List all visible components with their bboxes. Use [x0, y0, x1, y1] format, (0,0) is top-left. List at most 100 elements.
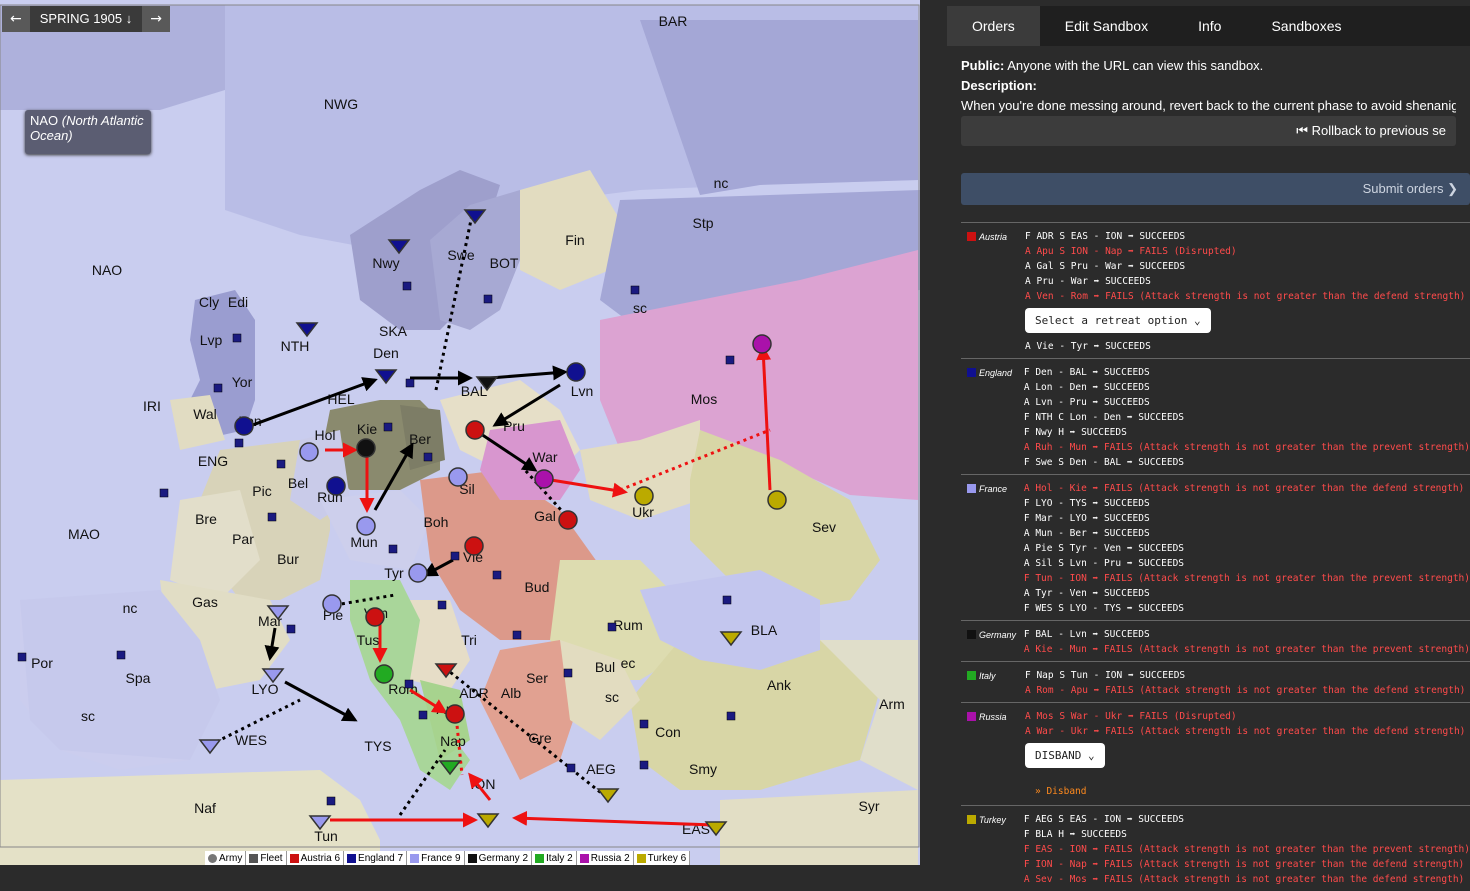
power-orders-france: France A Hol - Kie ➡ FAILS (Attack streng…: [961, 474, 1470, 620]
supply-center-marker: [437, 600, 447, 610]
army-unit[interactable]: [465, 420, 485, 440]
power-label: Russia: [979, 712, 1007, 722]
tab-sandboxes[interactable]: Sandboxes: [1246, 6, 1366, 46]
supply-center-marker: [234, 438, 244, 448]
legend-item: Russia 2: [577, 851, 634, 865]
territory-label: Spa: [126, 670, 151, 686]
retreat-select[interactable]: Select a retreat option ⌄: [1025, 308, 1211, 333]
territory-label: WES: [235, 732, 267, 748]
order-line: F BAL - Lvn ➡ SUCCEEDS: [1023, 629, 1150, 640]
supply-center-marker: [405, 378, 415, 388]
phase-nav: ← SPRING 1905 ↓ →: [2, 6, 170, 32]
submit-orders-button[interactable]: Submit orders ❯: [961, 173, 1470, 205]
legend-swatch: [535, 853, 545, 863]
army-unit[interactable]: [534, 469, 554, 489]
army-unit[interactable]: [558, 510, 578, 530]
side-panel: Orders Edit Sandbox Info Sandboxes Public: …: [947, 6, 1470, 885]
orders-list: Austria F ADR S EAS - ION ➡ SUCCEEDS A Apu…: [961, 222, 1470, 891]
army-unit[interactable]: [299, 442, 319, 462]
next-phase-button[interactable]: →: [142, 6, 170, 32]
army-unit[interactable]: [326, 476, 346, 496]
retreat-select[interactable]: DISBAND ⌄: [1025, 743, 1105, 768]
supply-center-marker: [722, 595, 732, 605]
tab-info[interactable]: Info: [1173, 6, 1246, 46]
territory-label: Lvp: [200, 332, 223, 348]
territory-label: Yor: [232, 374, 253, 390]
supply-center-marker: [639, 760, 649, 770]
supply-center-marker: [402, 281, 412, 291]
army-unit[interactable]: [374, 664, 394, 684]
army-unit[interactable]: [356, 438, 376, 458]
power-color-swatch: [967, 815, 976, 824]
army-unit[interactable]: [448, 467, 468, 487]
supply-center-marker: [267, 512, 277, 522]
supply-center-marker: [607, 622, 617, 632]
power-color-swatch: [967, 232, 976, 241]
tooltip-abbr: NAO: [30, 113, 59, 128]
order-line: F ADR S EAS - ION ➡ SUCCEEDS: [1025, 231, 1186, 242]
diplomacy-map[interactable]: BAR NWG NAO nc Stp Fin BOT Swe Nwy Cly Edi Lvp NTH SK…: [0, 0, 920, 865]
power-name: England: [961, 365, 1024, 470]
power-label: Germany: [979, 630, 1017, 640]
army-unit[interactable]: [365, 607, 385, 627]
order-line: A Apu S ION - Nap ➡ FAILS (Disrupted): [1025, 246, 1237, 257]
territory-label: MAO: [68, 526, 100, 542]
army-unit[interactable]: [767, 490, 787, 510]
order-line: A Hol - Kie ➡ FAILS (Attack strength is …: [1023, 483, 1465, 494]
army-unit[interactable]: [752, 334, 772, 354]
territory-label: TYS: [364, 738, 391, 754]
army-unit[interactable]: [634, 486, 654, 506]
army-unit[interactable]: [464, 536, 484, 556]
legend-label: Austria 6: [300, 852, 341, 864]
order-line: A Rom - Apu ➡ FAILS (Attack strength is …: [1025, 685, 1466, 696]
territory-label: ec: [621, 655, 636, 671]
supply-center-marker: [383, 422, 393, 432]
army-unit[interactable]: [566, 362, 586, 382]
supply-center-marker: [159, 488, 169, 498]
tab-orders[interactable]: Orders: [947, 6, 1040, 46]
supply-center-marker: [213, 383, 223, 393]
legend-item: Turkey 6: [634, 851, 691, 865]
territory-label: Cly: [199, 294, 219, 310]
tab-edit-sandbox[interactable]: Edit Sandbox: [1040, 6, 1173, 46]
supply-center-marker: [17, 652, 27, 662]
power-label: France: [979, 484, 1008, 494]
panel-tabs: Orders Edit Sandbox Info Sandboxes: [947, 6, 1470, 46]
phase-selector[interactable]: SPRING 1905 ↓: [29, 6, 143, 32]
supply-center-marker: [418, 710, 428, 720]
legend-item: Germany 2: [465, 851, 533, 865]
territory-label: Fin: [565, 232, 584, 248]
territory-label: AEG: [586, 761, 616, 777]
order-line: F Den - BAL ➡ SUCCEEDS: [1023, 367, 1150, 378]
territory-label: Edi: [228, 294, 248, 310]
army-unit[interactable]: [445, 704, 465, 724]
public-label: Public:: [961, 58, 1005, 73]
territory-label: Sev: [812, 519, 836, 535]
territory-label: Bud: [525, 579, 550, 595]
army-unit[interactable]: [322, 594, 342, 614]
territory-label: BAR: [659, 13, 688, 29]
supply-center-marker: [423, 452, 433, 462]
order-line: F EAS - ION ➡ FAILS (Attack strength is …: [1023, 844, 1470, 855]
army-unit[interactable]: [408, 563, 428, 583]
rollback-button[interactable]: ⏮ Rollback to previous se: [961, 116, 1456, 146]
previous-phase-button[interactable]: ←: [2, 6, 30, 32]
legend-item: Army: [205, 851, 247, 865]
territory-label: Par: [232, 531, 254, 547]
supply-center-marker: [276, 459, 286, 469]
legend-swatch: [208, 853, 217, 863]
legend-label: Germany 2: [478, 852, 529, 864]
army-unit[interactable]: [234, 416, 254, 436]
order-line: A Sil S Lvn - Pru ➡ SUCCEEDS: [1023, 558, 1185, 569]
territory-label: Ank: [767, 677, 792, 693]
disband-link[interactable]: » Disband: [1035, 786, 1470, 797]
territory-label: Mos: [691, 391, 717, 407]
army-unit[interactable]: [356, 516, 376, 536]
power-name: Germany: [961, 627, 1024, 657]
order-line: A Ven - Rom ➡ FAILS (Attack strength is …: [1025, 291, 1466, 302]
order-line: A Pie S Tyr - Ven ➡ SUCCEEDS: [1023, 543, 1185, 554]
supply-center-marker: [404, 679, 414, 689]
power-color-swatch: [967, 712, 976, 721]
territory-label: sc: [633, 300, 647, 316]
territory-label: Kie: [357, 421, 377, 437]
